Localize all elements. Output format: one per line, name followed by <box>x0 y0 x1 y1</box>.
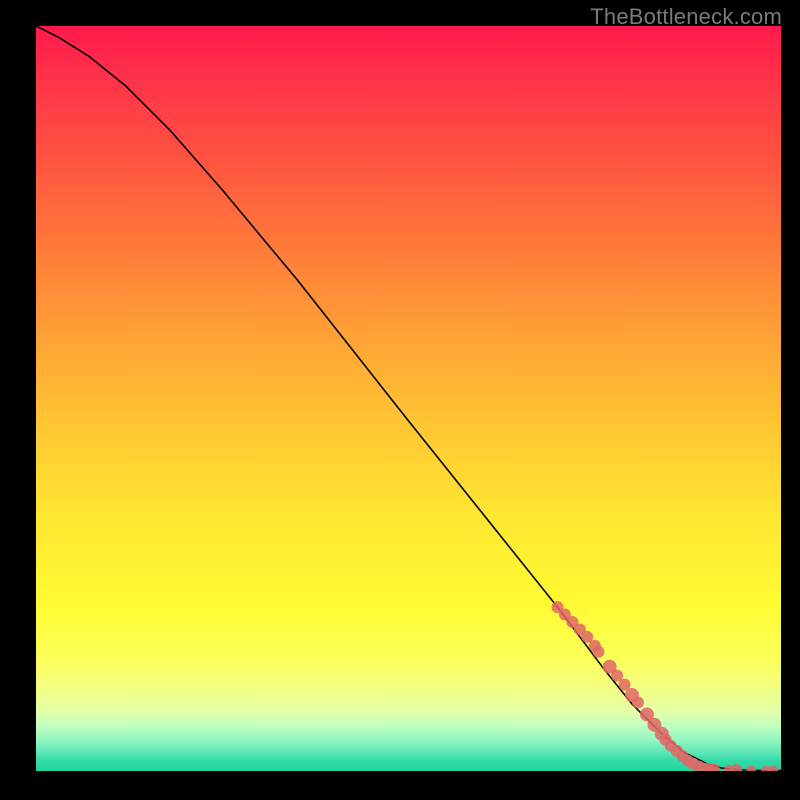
marker-dot <box>769 766 779 771</box>
marker-dot <box>593 646 605 658</box>
marker-cluster <box>552 601 779 771</box>
marker-dot <box>632 697 644 709</box>
chart-svg <box>36 26 781 771</box>
marker-dot <box>746 765 756 771</box>
plot-area <box>36 26 781 771</box>
chart-stage: TheBottleneck.com <box>0 0 800 800</box>
marker-dot <box>730 764 742 771</box>
line-series-curve <box>36 26 781 771</box>
